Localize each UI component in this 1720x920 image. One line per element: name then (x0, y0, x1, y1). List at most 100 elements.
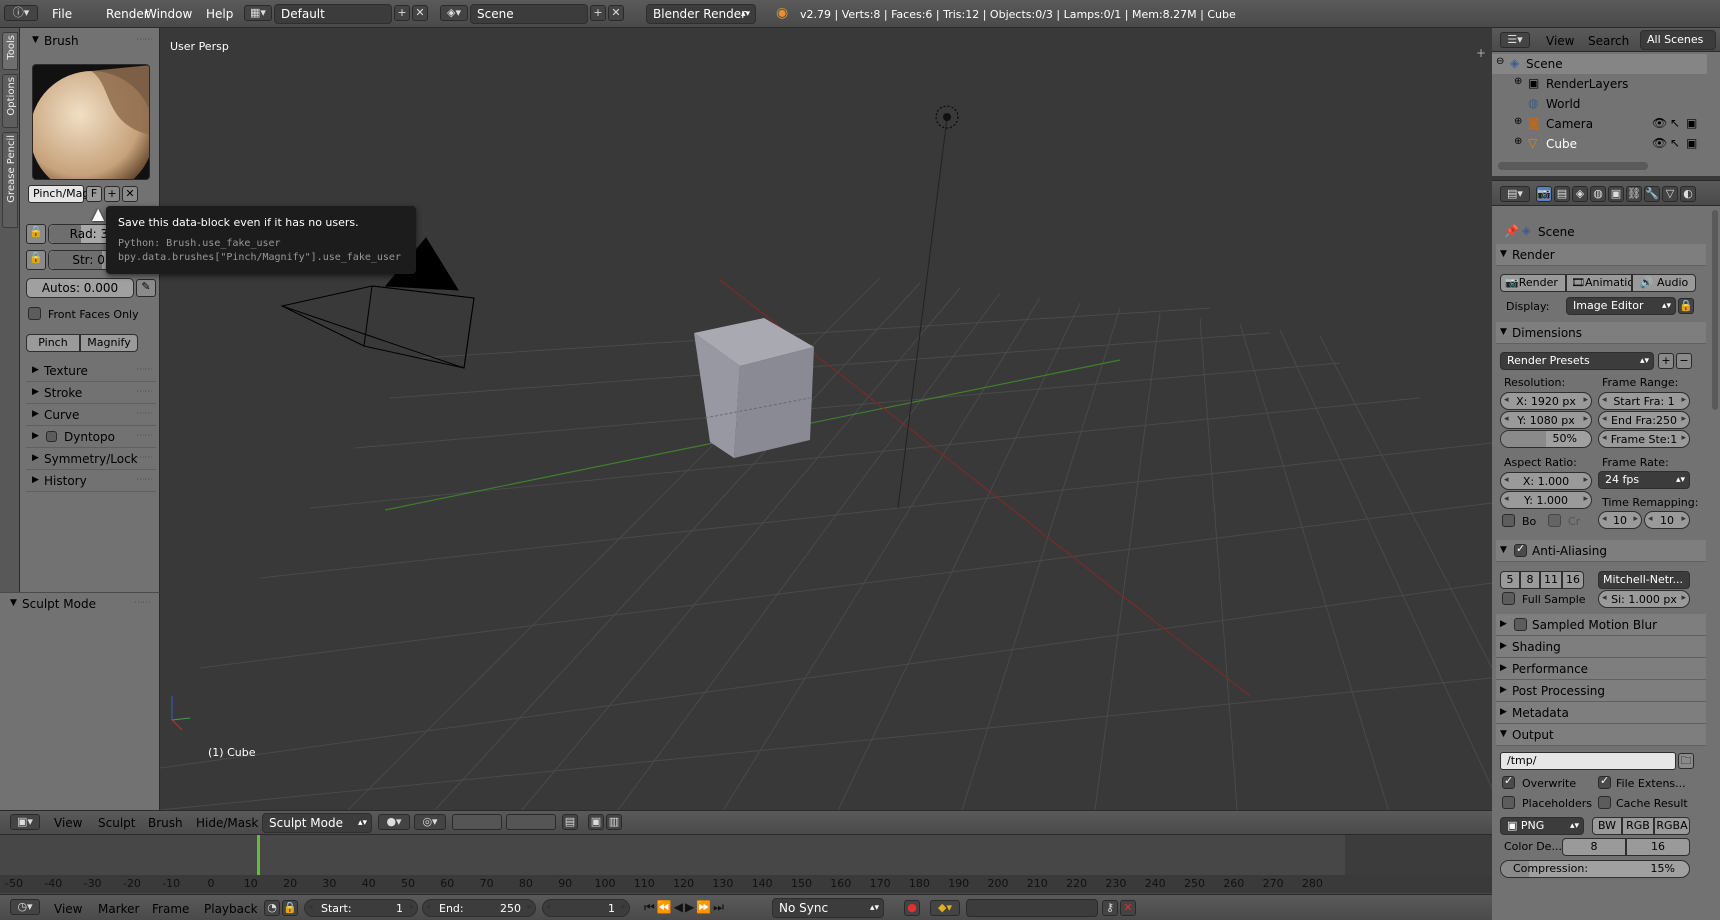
start-frame-field[interactable]: Start: 1 (304, 899, 418, 917)
aa-samples-16[interactable]: 16 (1562, 571, 1584, 589)
menu-sculpt[interactable]: Sculpt (98, 816, 135, 830)
mode-select[interactable]: Sculpt Mode ▴▾ (262, 813, 372, 833)
file-extensions-checkbox[interactable] (1598, 774, 1611, 789)
frame-step-field[interactable]: Frame Ste:1 (1598, 430, 1690, 448)
outliner-row-scene[interactable]: ⊖ ◈ Scene (1492, 54, 1707, 74)
border-checkbox[interactable] (1502, 514, 1515, 527)
menu-window[interactable]: Window (145, 7, 192, 21)
output-section-header[interactable]: ▼ Output (1496, 724, 1706, 746)
selectable-arrow-icon[interactable]: ↖ (1670, 116, 1680, 130)
scene-name-field[interactable]: Scene (470, 4, 588, 24)
outliner-display-mode[interactable]: All Scenes (1640, 30, 1716, 50)
timeline-editor[interactable]: -50 -40 -30 -20 -10 0 10 20 30 40 50 60 70 80 90 100 110… (0, 834, 1492, 894)
color-rgb-button[interactable]: RGB (1622, 817, 1654, 835)
add-layout-icon[interactable]: + (394, 5, 410, 21)
outliner-h-scrollbar[interactable] (1498, 162, 1648, 170)
symmetry-section[interactable]: ▶ Symmetry/Lock ⋯⋯ (26, 448, 156, 470)
constraints-tab-icon[interactable]: ⛓ (1626, 186, 1642, 202)
aa-filter-select[interactable]: Mitchell-Netr... (1598, 571, 1690, 589)
outliner-menu-view[interactable]: View (1546, 34, 1574, 48)
aspect-y-field[interactable]: Y: 1.000 (1500, 491, 1592, 509)
tab-options[interactable]: Options (2, 74, 18, 128)
layout-icon[interactable]: ▦▾ (244, 5, 272, 21)
audio-button[interactable]: 🔊 Audio (1632, 274, 1696, 292)
front-faces-checkbox[interactable] (28, 307, 41, 320)
material-tab-icon[interactable]: ◐ (1680, 186, 1696, 202)
pressure-icon[interactable]: ✎ (136, 279, 156, 297)
animation-button[interactable]: 🎞Animatio (1566, 274, 1632, 292)
sync-select[interactable]: No Sync ▴▾ (772, 898, 884, 918)
output-path-field[interactable]: /tmp/ (1500, 752, 1676, 770)
end-frame-field[interactable]: End: 250 (422, 899, 536, 917)
start-frame-field[interactable]: Start Fra: 1 (1598, 392, 1690, 410)
outliner-menu-search[interactable]: Search (1588, 34, 1629, 48)
use-preview-range-icon[interactable]: ◔ (264, 900, 280, 916)
layout-name-field[interactable]: Default (274, 4, 392, 24)
outliner-tree[interactable]: ⊖ ◈ Scene ⊕ ▣ RenderLayers ◍ World ⊕ ◙ Camera 👁 ↖… (1492, 52, 1720, 176)
remap-new-field[interactable]: 10 (1644, 511, 1690, 529)
post-processing-section[interactable]: ▶ Post Processing (1496, 680, 1706, 702)
expand-icon[interactable]: ⊕ (1514, 136, 1522, 147)
remap-old-field[interactable]: 10 (1598, 511, 1642, 529)
radius-lock-icon[interactable]: 🔒 (26, 224, 46, 244)
render-anim-icon[interactable]: ▥ (606, 814, 622, 830)
tab-tools[interactable]: Tools (2, 32, 18, 70)
modifiers-tab-icon[interactable]: 🔧 (1644, 186, 1660, 202)
full-sample-checkbox[interactable] (1502, 592, 1515, 605)
resolution-percent-slider[interactable]: 50% (1500, 430, 1592, 448)
add-brush-icon[interactable]: + (104, 186, 120, 202)
timeline-editor-type-icon[interactable]: ◷▾ (10, 899, 40, 915)
cache-result-checkbox[interactable] (1598, 796, 1611, 809)
expand-icon[interactable]: ⊕ (1514, 116, 1522, 127)
autosmooth-slider[interactable]: Autos: 0.000 (26, 278, 134, 298)
insert-keyframe-icon[interactable]: ⚷ (1102, 900, 1118, 916)
file-format-select[interactable]: ▣ PNG ▴▾ (1500, 817, 1584, 835)
layer-lock-icon[interactable]: ▤ (562, 814, 578, 830)
remove-preset-icon[interactable]: − (1676, 353, 1692, 369)
pivot-icon[interactable]: ◎▾ (414, 814, 446, 830)
aa-samples-5[interactable]: 5 (1500, 571, 1520, 589)
menu-file[interactable]: File (52, 7, 72, 21)
stroke-section[interactable]: ▶ Stroke ⋯⋯ (26, 382, 156, 404)
aa-samples-11[interactable]: 11 (1540, 571, 1562, 589)
menu-help[interactable]: Help (206, 7, 233, 21)
folder-browse-icon[interactable]: 🗀 (1678, 753, 1694, 769)
add-preset-icon[interactable]: + (1658, 353, 1674, 369)
world-tab-icon[interactable]: ◍ (1590, 186, 1606, 202)
keying-icon[interactable]: ◆▾ (930, 900, 960, 916)
tl-menu-frame[interactable]: Frame (152, 902, 189, 916)
texture-section[interactable]: ▶ Texture ⋯⋯ (26, 360, 156, 382)
frame-rate-select[interactable]: 24 fps ▴▾ (1598, 471, 1690, 489)
info-editor-type-icon[interactable]: ⓘ▾ (4, 5, 38, 21)
collapse-icon[interactable]: ⊖ (1496, 56, 1504, 67)
performance-section[interactable]: ▶ Performance (1496, 658, 1706, 680)
resolution-x-field[interactable]: X: 1920 px (1500, 392, 1592, 410)
outliner-row-renderlayers[interactable]: ⊕ ▣ RenderLayers (1492, 74, 1707, 94)
viewport-corner-plus-icon[interactable]: + (1476, 46, 1486, 60)
render-engine-select[interactable]: Blender Render ▴▾ (646, 4, 756, 24)
filter-size-field[interactable]: Si: 1.000 px (1598, 590, 1690, 608)
lock-range-icon[interactable]: 🔒 (282, 900, 298, 916)
tl-menu-playback[interactable]: Playback (204, 902, 258, 916)
playback-controls[interactable]: ⏮⏪◀▶⏩⏭ (644, 900, 760, 916)
frame-ruler[interactable]: -50 -40 -30 -20 -10 0 10 20 30 40 50 60 70 80 90 100 110… (0, 875, 1492, 893)
overwrite-checkbox[interactable] (1502, 774, 1515, 789)
motion-blur-section[interactable]: ▶ Sampled Motion Blur (1496, 614, 1706, 636)
tab-grease-pencil[interactable]: Grease Pencil (2, 132, 18, 228)
unlink-brush-icon[interactable]: ✕ (122, 186, 138, 202)
close-scene-icon[interactable]: ✕ (608, 5, 624, 21)
placeholders-checkbox[interactable] (1502, 796, 1515, 809)
selectable-arrow-icon[interactable]: ↖ (1670, 136, 1680, 150)
strength-lock-icon[interactable]: 🔒 (26, 250, 46, 270)
render-button[interactable]: 📷Render (1500, 274, 1566, 292)
compression-slider[interactable]: Compression: 15% (1500, 860, 1690, 878)
display-select[interactable]: Image Editor ▴▾ (1566, 297, 1676, 315)
resolution-y-field[interactable]: Y: 1080 px (1500, 411, 1592, 429)
curve-section[interactable]: ▶ Curve ⋯⋯ (26, 404, 156, 426)
menu-render[interactable]: Render (106, 7, 149, 21)
fake-user-button[interactable]: F (86, 186, 102, 202)
history-section[interactable]: ▶ History ⋯⋯ (26, 470, 156, 492)
visibility-eye-icon[interactable]: 👁 (1652, 116, 1667, 130)
layers-icon-2[interactable] (506, 814, 556, 830)
brush-preview-thumbnail[interactable] (32, 64, 150, 180)
